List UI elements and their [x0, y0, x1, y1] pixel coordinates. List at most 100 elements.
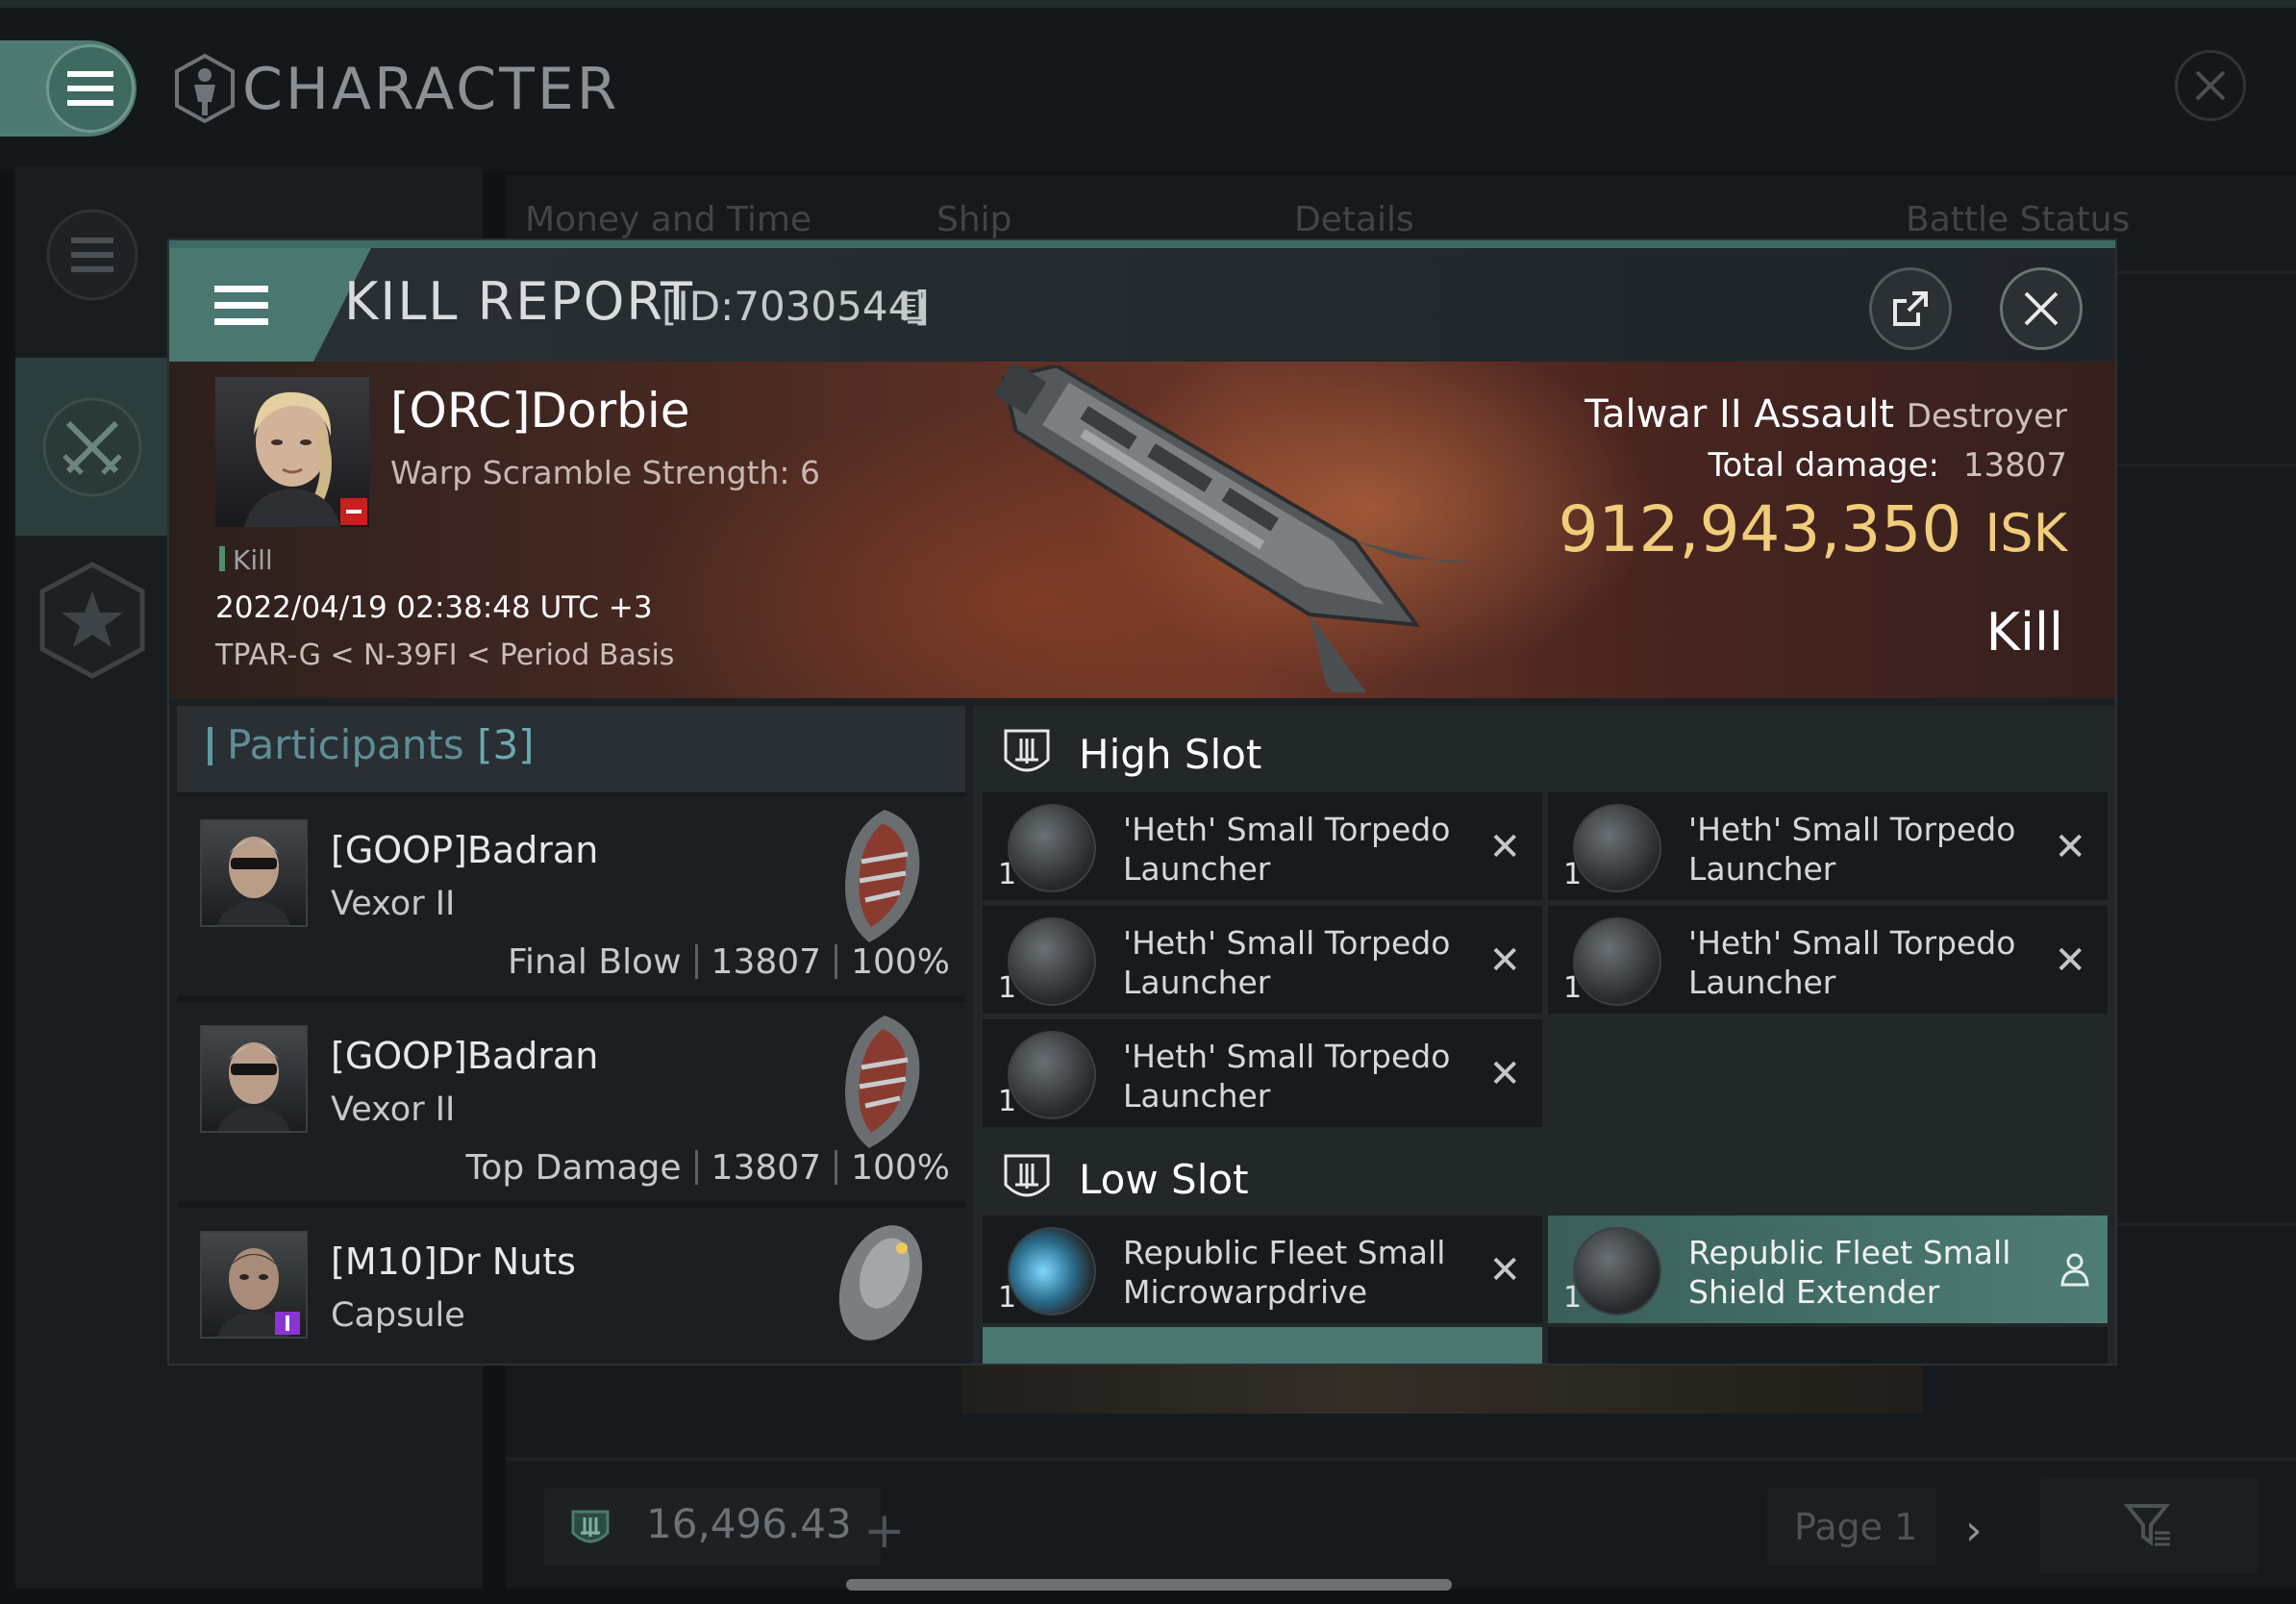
- participants-title: Participants [3]: [227, 721, 535, 768]
- module-name: 'Heth' Small Torpedo Launcher: [1123, 811, 1451, 888]
- victim-tag: Kill: [233, 544, 273, 576]
- participant-row[interactable]: [M10]Dr Nuts Capsule: [177, 1208, 965, 1364]
- participant-damage: 13807: [711, 1148, 822, 1188]
- low-slot-header: Low Slot: [973, 1131, 2115, 1227]
- top-edge: [0, 0, 2296, 8]
- divider: [694, 1150, 698, 1185]
- kill-result: Kill: [1985, 602, 2063, 663]
- module-name: 'Heth' Small Torpedo Launcher: [1123, 1038, 1451, 1115]
- module-qty: 1: [1563, 858, 1583, 891]
- participants-count: [3]: [477, 721, 535, 768]
- chevron-right-icon[interactable]: ›: [1965, 1506, 1983, 1555]
- ship-name[interactable]: Talwar II Assault: [1585, 392, 1894, 437]
- participant-name[interactable]: [GOOP]Badran: [331, 829, 598, 871]
- nav-favorites-button[interactable]: [15, 531, 169, 709]
- torpedo-launcher-icon: [1008, 917, 1096, 1006]
- star-icon: [39, 561, 145, 679]
- isk-value: 912,943,350: [1558, 492, 1962, 566]
- app-close-button[interactable]: [2175, 50, 2246, 121]
- module-name: Republic Fleet Small Microwarpdrive: [1123, 1234, 1446, 1311]
- shield-extender-icon: [1573, 1227, 1661, 1316]
- vexor-ship-image: [845, 1015, 920, 1148]
- participant-row[interactable]: [GOOP]Badran Vexor II Final Blow 13807 100…: [177, 796, 965, 996]
- participant-stats: Final Blow 13807 100%: [508, 942, 950, 982]
- module-qty: 1: [998, 1085, 1017, 1118]
- participant-percent: 100%: [851, 1148, 950, 1188]
- swords-icon: [42, 397, 142, 496]
- torpedo-launcher-icon: [1008, 804, 1096, 892]
- module-qty: 1: [998, 858, 1017, 891]
- module-name: 'Heth' Small Torpedo Launcher: [1688, 924, 2016, 1001]
- remove-icon[interactable]: ✕: [2054, 825, 2086, 869]
- header-money-time[interactable]: Money and Time: [525, 200, 811, 239]
- remove-icon[interactable]: ✕: [1488, 1052, 1521, 1096]
- filter-button[interactable]: [2040, 1477, 2258, 1573]
- filter-icon: [2124, 1504, 2171, 1546]
- module-item[interactable]: 1 'Heth' Small Torpedo Launcher ✕: [983, 792, 1542, 900]
- remove-icon[interactable]: ✕: [1488, 825, 1521, 869]
- victim-name[interactable]: [ORC]Dorbie: [390, 383, 690, 439]
- participant-portrait: [200, 1231, 308, 1339]
- scrollbar[interactable]: [846, 1579, 1452, 1591]
- kill-report-title: KILL REPORT: [344, 271, 694, 332]
- torpedo-launcher-icon: [1008, 1031, 1096, 1119]
- participant-role: Final Blow: [507, 942, 682, 982]
- module-item[interactable]: 1 Republic Fleet Small Microwarpdrive ✕: [983, 1216, 1542, 1323]
- participant-role: Top Damage: [465, 1148, 682, 1188]
- kill-banner: [ORC]Dorbie Warp Scramble Strength: 6 Ki…: [169, 362, 2115, 698]
- participant-name[interactable]: [M10]Dr Nuts: [331, 1241, 576, 1283]
- left-nav: [15, 165, 169, 723]
- isk-line: 912,943,350 ISK: [1275, 492, 2067, 566]
- share-button[interactable]: [1869, 267, 1952, 350]
- copy-icon[interactable]: [900, 290, 927, 325]
- remove-icon[interactable]: ✕: [1488, 1248, 1521, 1292]
- victim-subtitle: Warp Scramble Strength: 6: [390, 454, 821, 491]
- header-details[interactable]: Details: [1294, 200, 1414, 239]
- kill-location[interactable]: TPAR-G < N-39FI < Period Basis: [215, 639, 674, 672]
- kill-datetime: 2022/04/19 02:38:48 UTC +3: [215, 590, 653, 625]
- wallet-icon: [571, 1510, 610, 1543]
- module-qty: 1: [998, 1281, 1017, 1315]
- high-slot-icon: [1004, 729, 1050, 772]
- close-button[interactable]: [2000, 267, 2083, 350]
- participants-label: Participants: [227, 721, 464, 768]
- standing-flag: [340, 498, 367, 525]
- ship-name-line: Talwar II Assault Destroyer: [1275, 392, 2067, 437]
- close-icon: [2195, 70, 2226, 101]
- total-damage-label: Total damage:: [1708, 446, 1940, 485]
- module-item-highlighted[interactable]: 1 Republic Fleet Small Shield Extender: [1548, 1216, 2108, 1323]
- list-icon: [46, 209, 138, 300]
- module-item[interactable]: 1 'Heth' Small Torpedo Launcher ✕: [1548, 792, 2108, 900]
- person-icon: [2060, 1253, 2089, 1287]
- module-qty: 1: [998, 971, 1017, 1005]
- low-slot-icon: [1004, 1154, 1050, 1197]
- vexor-ship-image: [845, 810, 920, 942]
- module-item-partial[interactable]: [983, 1327, 1542, 1364]
- isk-unit: ISK: [1984, 503, 2067, 564]
- pilot-portrait-image: [217, 1042, 290, 1131]
- header-battle-status[interactable]: Battle Status: [1906, 200, 2130, 239]
- nav-list-button[interactable]: [15, 165, 169, 343]
- main-menu-button[interactable]: [46, 44, 135, 133]
- nav-combat-button[interactable]: [15, 358, 169, 536]
- share-icon: [1893, 291, 1928, 326]
- module-item[interactable]: 1 'Heth' Small Torpedo Launcher ✕: [983, 1019, 1542, 1127]
- module-item[interactable]: 1 'Heth' Small Torpedo Launcher ✕: [1548, 906, 2108, 1014]
- plus-icon[interactable]: +: [863, 1502, 906, 1560]
- module-item[interactable]: 1 'Heth' Small Torpedo Launcher ✕: [983, 906, 1542, 1014]
- divider: [835, 944, 838, 979]
- torpedo-launcher-icon: [1573, 917, 1661, 1006]
- participant-row[interactable]: [GOOP]Badran Vexor II Top Damage 13807 100…: [177, 1002, 965, 1202]
- module-name: Republic Fleet Small Shield Extender: [1688, 1234, 2011, 1311]
- participant-name[interactable]: [GOOP]Badran: [331, 1035, 598, 1077]
- torpedo-launcher-icon: [1573, 804, 1661, 892]
- divider: [694, 944, 698, 979]
- page-label: Page 1: [1794, 1506, 1918, 1548]
- remove-icon[interactable]: ✕: [2054, 939, 2086, 983]
- panel-accent-line: [169, 240, 2115, 248]
- module-item-partial[interactable]: [1548, 1327, 2108, 1364]
- participant-portrait: [200, 1025, 308, 1133]
- remove-icon[interactable]: ✕: [1488, 939, 1521, 983]
- header-ship[interactable]: Ship: [936, 200, 1012, 239]
- panel-menu-button[interactable]: [169, 248, 313, 362]
